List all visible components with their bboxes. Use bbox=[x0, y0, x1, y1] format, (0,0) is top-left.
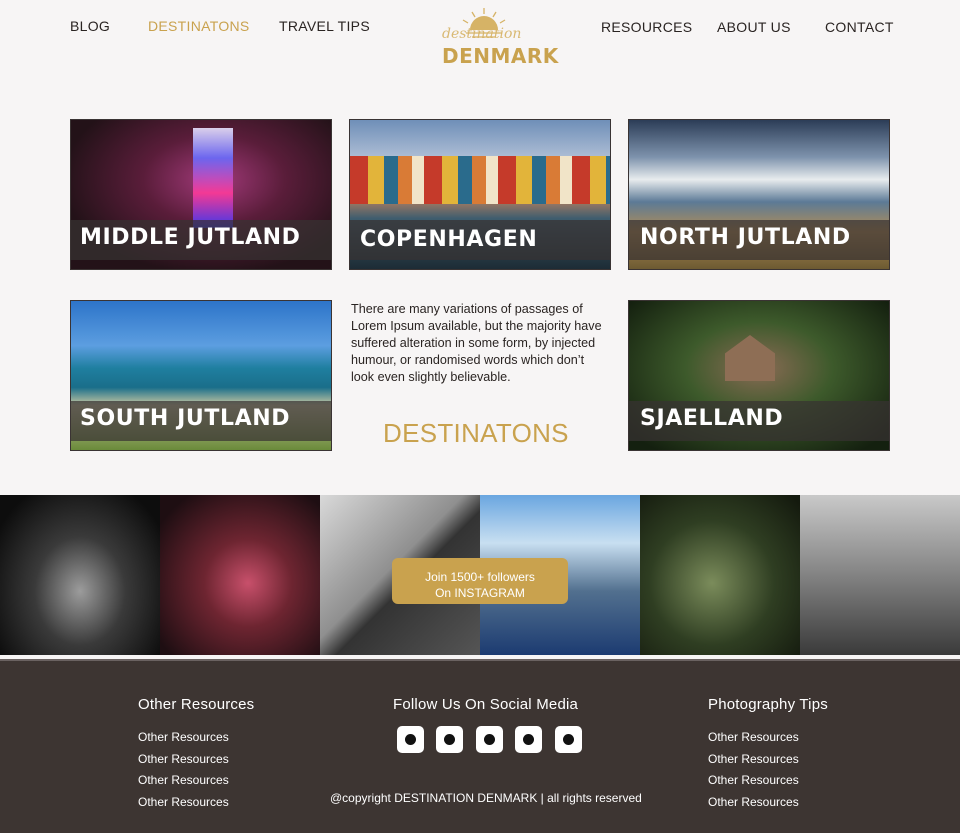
tile-sjaelland[interactable]: SJAELLAND bbox=[628, 300, 890, 451]
instagram-photo[interactable] bbox=[160, 495, 320, 655]
tile-label: MIDDLE JUTLAND bbox=[80, 225, 301, 250]
tile-copenhagen[interactable]: COPENHAGEN bbox=[349, 119, 611, 270]
copyright-text: @copyright DESTINATION DENMARK | all rig… bbox=[330, 791, 642, 805]
social-icon-4[interactable] bbox=[515, 726, 542, 753]
footer-resources-list: Other Resources Other Resources Other Re… bbox=[138, 727, 229, 813]
footer-link[interactable]: Other Resources bbox=[138, 727, 229, 749]
site-footer: Other Resources Other Resources Other Re… bbox=[0, 659, 960, 833]
tile-image-detail bbox=[193, 128, 233, 228]
tile-north-jutland[interactable]: NORTH JUTLAND bbox=[628, 119, 890, 270]
tile-south-jutland[interactable]: SOUTH JUTLAND bbox=[70, 300, 332, 451]
tile-middle-jutland[interactable]: MIDDLE JUTLAND bbox=[70, 119, 332, 270]
tile-label: SOUTH JUTLAND bbox=[80, 406, 291, 431]
nav-destinations[interactable]: DESTINATONS bbox=[148, 18, 250, 34]
footer-link[interactable]: Other Resources bbox=[138, 792, 229, 814]
instagram-photo[interactable] bbox=[800, 495, 960, 655]
social-icon-5[interactable] bbox=[555, 726, 582, 753]
footer-link[interactable]: Other Resources bbox=[138, 749, 229, 771]
nav-about-us[interactable]: ABOUT US bbox=[717, 19, 791, 35]
tile-label: COPENHAGEN bbox=[360, 227, 538, 252]
social-icon-3[interactable] bbox=[476, 726, 503, 753]
site-logo[interactable]: destination DENMARK bbox=[436, 4, 558, 76]
footer-photography-title: Photography Tips bbox=[708, 696, 828, 713]
tile-label: SJAELLAND bbox=[640, 406, 784, 431]
footer-link[interactable]: Other Resources bbox=[708, 749, 799, 771]
footer-link[interactable]: Other Resources bbox=[708, 792, 799, 814]
join-instagram-line1: Join 1500+ followers bbox=[425, 569, 535, 584]
footer-resources-title: Other Resources bbox=[138, 696, 255, 713]
social-icon-1[interactable] bbox=[397, 726, 424, 753]
footer-photography-list: Other Resources Other Resources Other Re… bbox=[708, 727, 799, 813]
instagram-photo[interactable] bbox=[0, 495, 160, 655]
footer-link[interactable]: Other Resources bbox=[708, 770, 799, 792]
nav-resources[interactable]: RESOURCES bbox=[601, 19, 692, 35]
social-icon-2[interactable] bbox=[436, 726, 463, 753]
tile-label: NORTH JUTLAND bbox=[640, 225, 851, 250]
footer-link[interactable]: Other Resources bbox=[708, 727, 799, 749]
instagram-photo[interactable] bbox=[640, 495, 800, 655]
logo-script-text: destination bbox=[442, 26, 522, 42]
join-instagram-button[interactable]: Join 1500+ followers On INSTAGRAM bbox=[392, 558, 568, 604]
section-title: DESTINATONS bbox=[383, 418, 569, 448]
instagram-strip: Join 1500+ followers On INSTAGRAM bbox=[0, 495, 960, 655]
nav-contact[interactable]: CONTACT bbox=[825, 19, 894, 35]
logo-main-text: DENMARK bbox=[442, 44, 559, 68]
intro-paragraph: There are many variations of passages of… bbox=[351, 302, 602, 384]
footer-link[interactable]: Other Resources bbox=[138, 770, 229, 792]
nav-travel-tips[interactable]: TRAVEL TIPS bbox=[279, 18, 370, 34]
tile-image-detail bbox=[350, 156, 610, 204]
footer-social-title: Follow Us On Social Media bbox=[393, 696, 579, 713]
join-instagram-line2: On INSTAGRAM bbox=[435, 585, 525, 600]
nav-blog[interactable]: BLOG bbox=[70, 18, 110, 34]
